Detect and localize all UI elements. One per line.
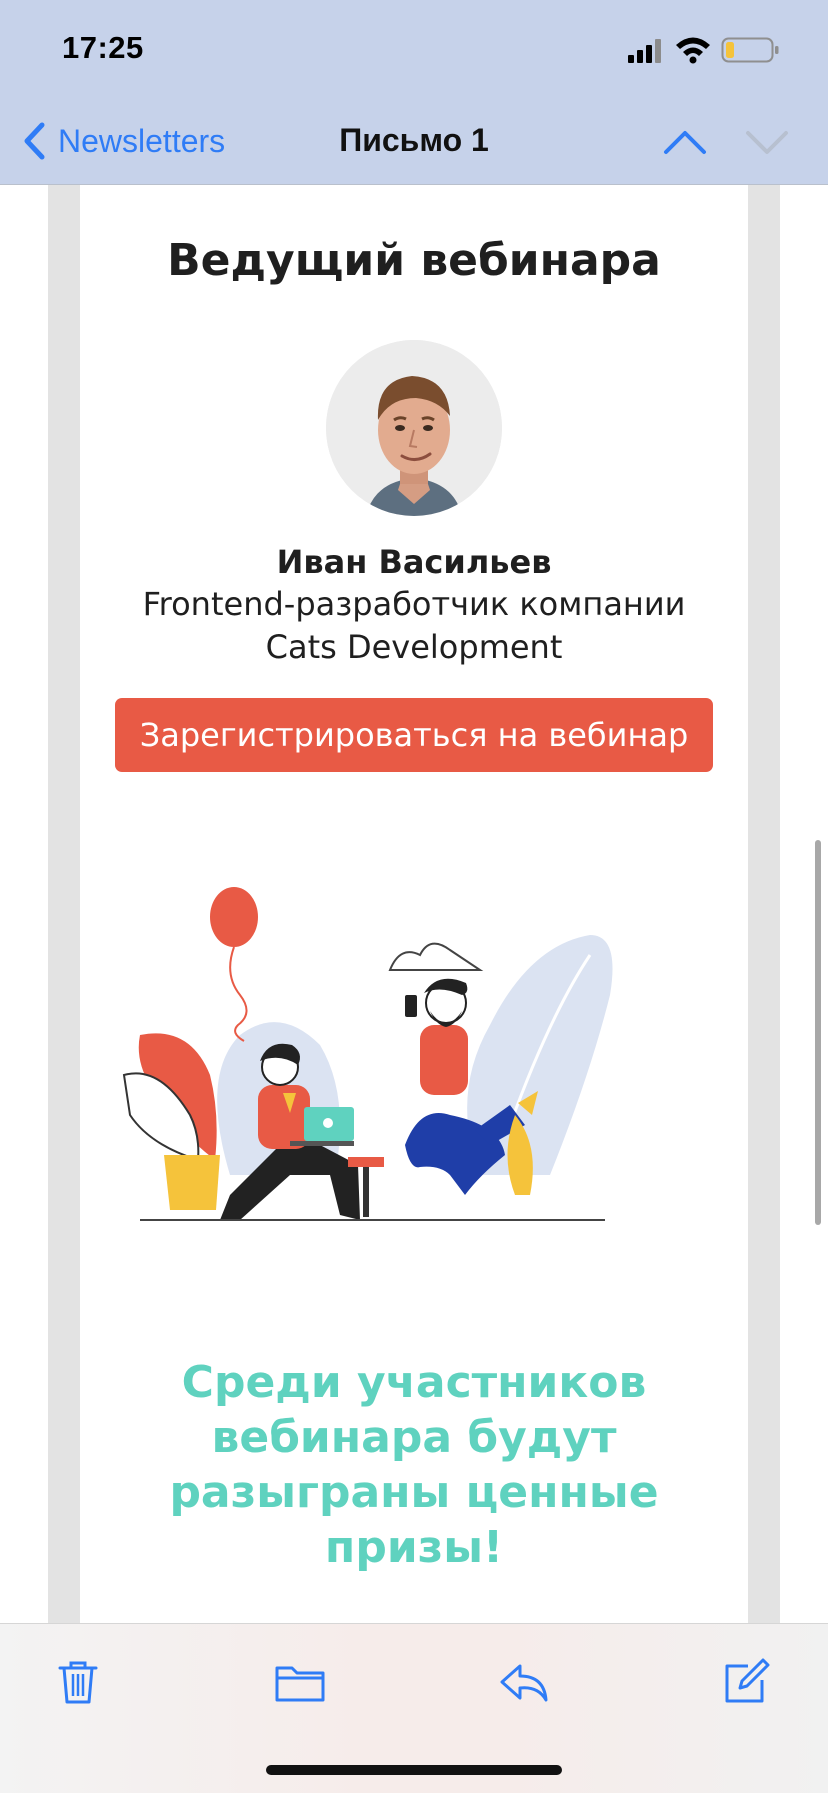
status-time: 17:25 bbox=[62, 30, 144, 65]
speaker-avatar bbox=[326, 340, 502, 516]
bottom-toolbar bbox=[0, 1623, 828, 1793]
previous-message-icon[interactable] bbox=[663, 122, 707, 162]
back-button-label: Newsletters bbox=[58, 122, 226, 159]
scrollbar[interactable] bbox=[815, 840, 821, 1225]
email-margin-right bbox=[748, 185, 780, 1623]
folder-icon[interactable] bbox=[272, 1654, 328, 1710]
compose-icon[interactable] bbox=[718, 1654, 774, 1710]
reply-icon[interactable] bbox=[496, 1654, 552, 1710]
signal-icon bbox=[628, 39, 661, 63]
back-button[interactable]: Newsletters bbox=[22, 118, 225, 164]
status-bar: 17:25 bbox=[0, 0, 828, 100]
prize-line-4: призы! bbox=[324, 1522, 504, 1573]
email-body[interactable]: Ведущий вебинара Иван Васильев Frontend-… bbox=[0, 185, 828, 1623]
prize-line-1: Среди участников bbox=[181, 1357, 647, 1408]
prize-line-3: разыграны ценные bbox=[169, 1467, 659, 1518]
webinar-illustration bbox=[122, 887, 613, 1221]
speaker-role-line-1: Frontend-разработчик компании bbox=[142, 585, 686, 623]
prize-announcement: Среди участников вебинара будут разыгран… bbox=[110, 1355, 718, 1575]
navigation-bar: Newsletters Письмо 1 bbox=[0, 100, 828, 185]
speaker-role: Frontend-разработчик компании Cats Devel… bbox=[80, 583, 748, 669]
email-card: Ведущий вебинара Иван Васильев Frontend-… bbox=[80, 185, 748, 1623]
next-message-icon[interactable] bbox=[745, 122, 789, 162]
speaker-name: Иван Васильев bbox=[276, 543, 552, 581]
section-title: Ведущий вебинара bbox=[167, 235, 661, 286]
email-margin-left bbox=[48, 185, 80, 1623]
battery-icon bbox=[721, 37, 779, 63]
back-chevron-icon bbox=[24, 122, 45, 160]
wifi-icon bbox=[676, 37, 710, 64]
status-icons bbox=[628, 36, 798, 64]
home-indicator[interactable] bbox=[266, 1765, 562, 1775]
speaker-role-line-2: Cats Development bbox=[265, 628, 563, 666]
register-button[interactable]: Зарегистрироваться на вебинар bbox=[115, 698, 713, 772]
trash-icon[interactable] bbox=[50, 1654, 106, 1710]
prize-line-2: вебинара будут bbox=[211, 1412, 617, 1463]
